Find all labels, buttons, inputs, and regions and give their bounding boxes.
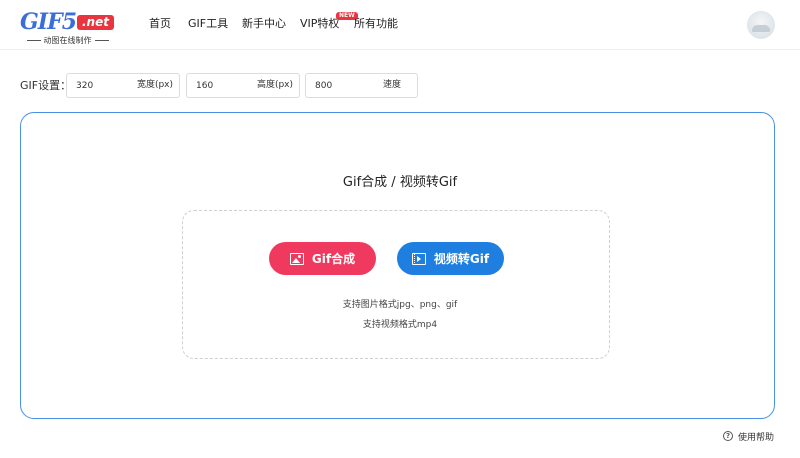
supported-video-formats: 支持视频格式mp4 <box>362 320 438 330</box>
height-input[interactable] <box>196 74 251 97</box>
site-logo[interactable]: GIF5 .net 动图在线制作 <box>20 10 115 46</box>
height-unit-label: 高度(px) <box>256 80 293 90</box>
video-to-gif-button[interactable]: 视频转Gif <box>397 242 504 275</box>
width-unit-label: 宽度(px) <box>136 80 173 90</box>
image-icon <box>289 252 304 265</box>
logo-tagline: 动图在线制作 <box>20 36 115 46</box>
question-icon: ? <box>723 431 733 441</box>
height-setting: 高度(px) <box>186 73 300 98</box>
nav-item-gif-tools[interactable]: GIF工具 <box>188 17 228 31</box>
gif-settings-label: GIF设置： <box>20 79 72 92</box>
nav-item-vip[interactable]: VIP特权 <box>300 17 339 31</box>
logo-net-badge: .net <box>77 15 114 30</box>
supported-image-formats: 支持图片格式jpg、png、gif <box>342 300 458 310</box>
gif-compose-label: Gif合成 <box>311 252 356 266</box>
width-input[interactable] <box>76 74 131 97</box>
film-icon <box>411 252 426 265</box>
nav-item-home[interactable]: 首页 <box>149 17 171 31</box>
nav-item-all-features[interactable]: 所有功能 <box>354 17 398 31</box>
logo-main-text: GIF5 <box>20 9 77 35</box>
help-link[interactable]: ? 使用帮助 <box>723 430 775 443</box>
video-to-gif-label: 视频转Gif <box>433 252 490 266</box>
gif-compose-button[interactable]: Gif合成 <box>269 242 376 275</box>
panel-title: Gif合成 / 视频转Gif <box>342 175 458 190</box>
help-label: 使用帮助 <box>738 432 775 443</box>
speed-input[interactable] <box>315 74 370 97</box>
user-avatar[interactable] <box>747 11 775 39</box>
speed-setting: 速度 <box>305 73 418 98</box>
nav-item-beginner-center[interactable]: 新手中心 <box>242 17 286 31</box>
speed-unit-label: 速度 <box>382 80 401 90</box>
width-setting: 宽度(px) <box>66 73 180 98</box>
upload-dropzone[interactable] <box>182 210 610 359</box>
top-header: GIF5 .net 动图在线制作 首页 GIF工具 新手中心 VIP特权 NEW… <box>0 0 800 50</box>
